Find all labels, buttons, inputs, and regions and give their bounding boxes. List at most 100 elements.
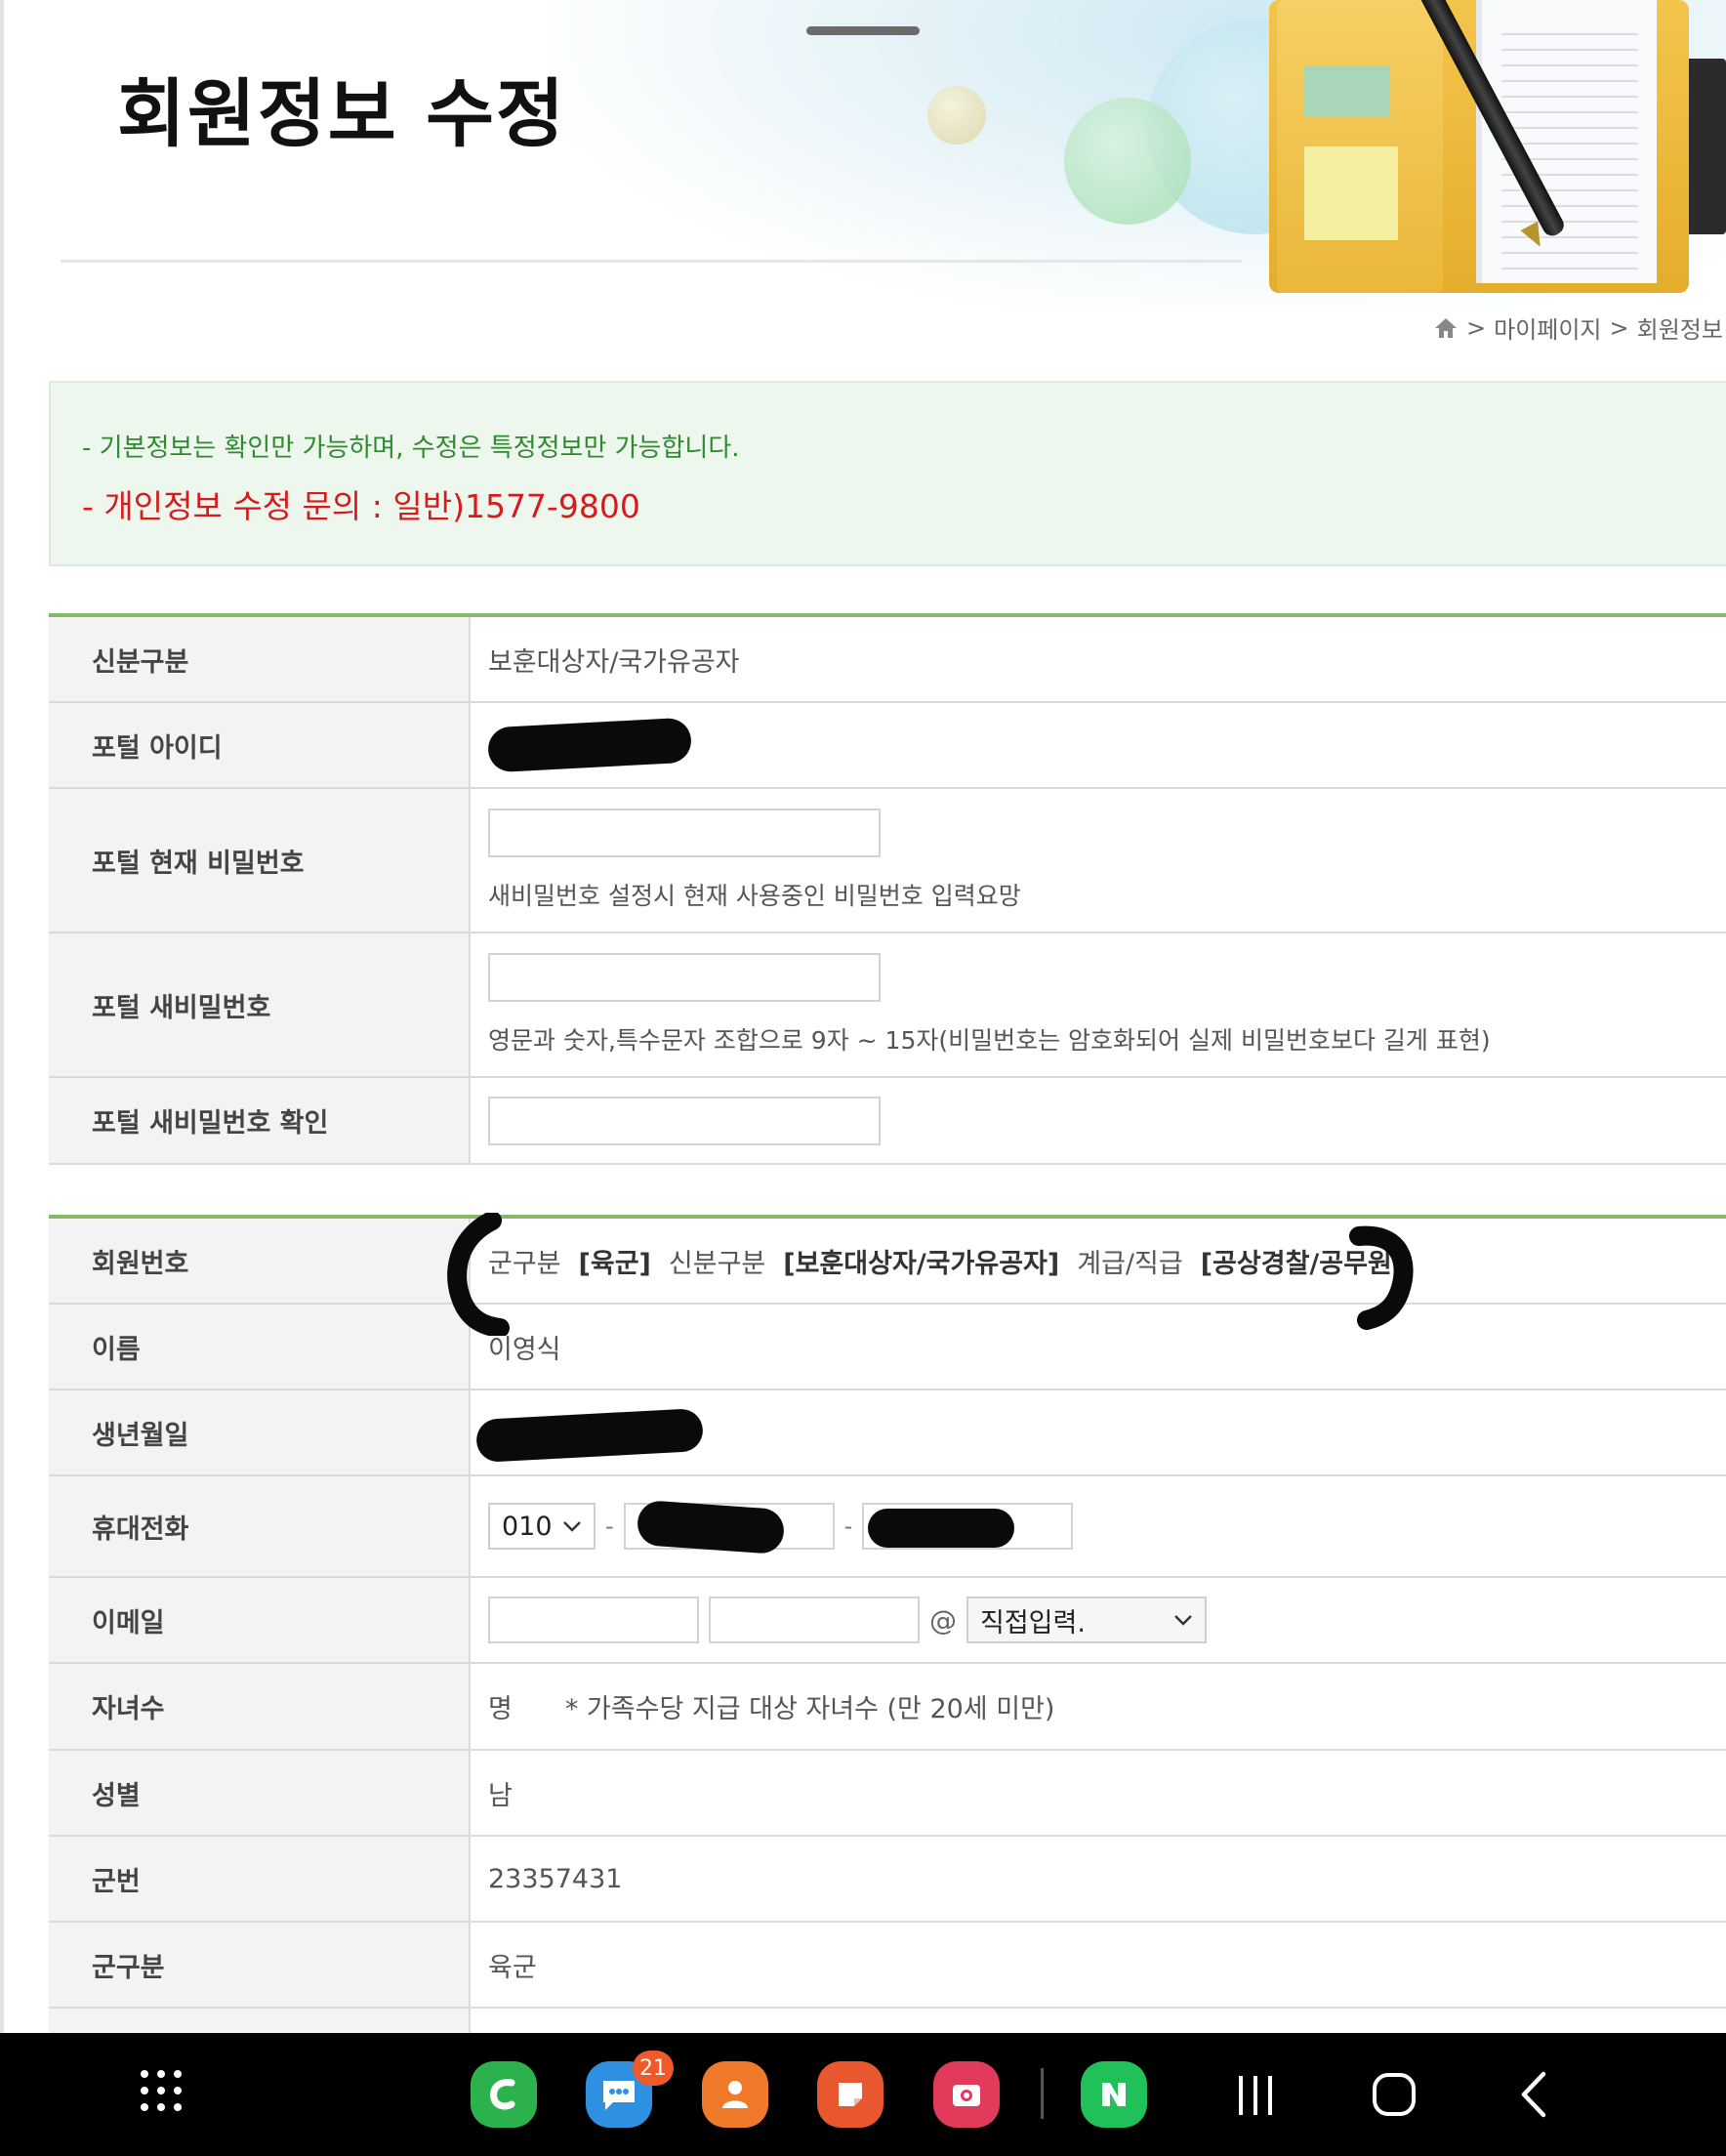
- confirm-password-cell: [471, 1078, 1726, 1163]
- phone-prefix-select[interactable]: 010: [488, 1503, 596, 1550]
- member-number-label: 회원번호: [49, 1219, 471, 1303]
- contacts-icon[interactable]: [702, 2061, 768, 2128]
- breadcrumb-separator: >: [1466, 313, 1487, 342]
- phone-prefix-value: 010: [502, 1511, 553, 1542]
- email-at: @: [929, 1603, 957, 1637]
- navbar-divider: [1041, 2068, 1044, 2119]
- email-label: 이메일: [49, 1578, 471, 1662]
- service-number-label: 군번: [49, 1837, 471, 1921]
- banner-bubble: [927, 86, 986, 145]
- redaction-scribble: [475, 1407, 704, 1464]
- new-password-input[interactable]: [488, 953, 881, 1002]
- status-label: 신분구분: [49, 617, 471, 701]
- notice-contact: - 개인정보 수정 문의 : 일반)1577-9800: [82, 487, 640, 525]
- notice-info: - 기본정보는 확인만 가능하며, 수정은 특정정보만 가능합니다.: [82, 434, 740, 463]
- table-row: 회원번호 군구분 [육군] 신분구분 [보훈대상자/국가유공자] 계급/직급 […: [49, 1213, 1726, 1336]
- phone-last-input[interactable]: [862, 1503, 1074, 1550]
- mobile-cell: 010 - -: [471, 1476, 1726, 1576]
- account-table: 신분구분 보훈대상자/국가유공자 포털 아이디 포털 현재 비밀번호 새비밀번호…: [49, 613, 1726, 1165]
- phone-middle-input[interactable]: [623, 1499, 835, 1555]
- name-label: 이름: [49, 1305, 471, 1389]
- current-password-label: 포털 현재 비밀번호: [49, 789, 471, 932]
- notes-icon[interactable]: [817, 2061, 884, 2128]
- back-icon[interactable]: [1518, 2070, 1549, 2123]
- grid-icon[interactable]: [139, 2068, 184, 2117]
- title-divider: [61, 260, 1242, 263]
- email-domain-value: 직접입력.: [980, 1607, 1086, 1638]
- branch-value-inline: [육군]: [578, 1248, 651, 1279]
- screen-recorder-icon[interactable]: [933, 2061, 1000, 2128]
- table-row: 포털 아이디: [49, 703, 1726, 789]
- email-domain-input[interactable]: [709, 1596, 920, 1643]
- email-domain-select[interactable]: 직접입력.: [966, 1596, 1207, 1643]
- member-table: 회원번호 군구분 [육군] 신분구분 [보훈대상자/국가유공자] 계급/직급 […: [49, 1213, 1726, 2033]
- member-number-value: 군구분 [육군] 신분구분 [보훈대상자/국가유공자] 계급/직급 [공상경찰/…: [447, 1213, 1726, 1336]
- next-row-label: [49, 2009, 471, 2033]
- new-password-cell: 영문과 숫자,특수문자 조합으로 9자 ~ 15자(비밀번호는 암호화되어 실제…: [471, 933, 1726, 1076]
- status-label-inline: 신분구분: [668, 1248, 766, 1279]
- confirm-password-label: 포털 새비밀번호 확인: [49, 1078, 471, 1163]
- status-value: 보훈대상자/국가유공자: [488, 646, 740, 678]
- table-row: 성별 남: [49, 1751, 1726, 1837]
- rank-label-inline: 계급/직급: [1077, 1248, 1183, 1279]
- confirm-password-input[interactable]: [488, 1096, 881, 1145]
- phone-call-icon[interactable]: [471, 2061, 537, 2128]
- branch-value: 육군: [488, 1952, 537, 1983]
- web-page: 회원정보 수정 > 마이페이지 > 회원정보 - 기본정보는 확인만 가능하며,…: [0, 0, 1726, 2033]
- home-button-icon[interactable]: [1372, 2072, 1417, 2121]
- banner-bubble: [1064, 98, 1191, 225]
- folder-front: [1277, 0, 1443, 293]
- birth-value: [471, 1390, 1726, 1474]
- status-value-inline: [보훈대상자/국가유공자]: [783, 1248, 1060, 1279]
- children-label: 자녀수: [49, 1664, 471, 1749]
- table-row: 자녀수 명 * 가족수당 지급 대상 자녀수 (만 20세 미만): [49, 1664, 1726, 1751]
- chevron-down-icon: [563, 1521, 581, 1532]
- table-row: 포털 새비밀번호 확인: [49, 1078, 1726, 1165]
- breadcrumb-current[interactable]: 회원정보: [1637, 311, 1723, 342]
- phone-separator: -: [843, 1513, 853, 1540]
- email-id-input[interactable]: [488, 1596, 699, 1643]
- breadcrumb: > 마이페이지 > 회원정보: [1433, 311, 1723, 342]
- redaction-scribble: [636, 1499, 786, 1555]
- table-row: 포털 현재 비밀번호 새비밀번호 설정시 현재 사용중인 비밀번호 입력요망: [49, 789, 1726, 933]
- children-unit: 명: [488, 1694, 513, 1724]
- table-row: 군번 23357431: [49, 1837, 1726, 1923]
- table-row: 군구분 육군: [49, 1923, 1726, 2009]
- notice-box: - 기본정보는 확인만 가능하며, 수정은 특정정보만 가능합니다. - 개인정…: [49, 381, 1726, 566]
- branch-label: 군구분: [49, 1923, 471, 2007]
- naver-icon[interactable]: [1081, 2061, 1147, 2128]
- portal-id-label: 포털 아이디: [49, 703, 471, 787]
- navigation-bar: [0, 2033, 1726, 2156]
- portal-id-value: [471, 703, 1726, 787]
- phone-separator: -: [605, 1513, 614, 1540]
- recents-icon[interactable]: [1235, 2074, 1276, 2121]
- messages-badge: 21: [633, 2051, 674, 2086]
- drag-handle[interactable]: [806, 26, 920, 35]
- current-password-cell: 새비밀번호 설정시 현재 사용중인 비밀번호 입력요망: [471, 789, 1726, 932]
- table-row: 휴대전화 010 - -: [49, 1476, 1726, 1578]
- table-row: 포털 새비밀번호 영문과 숫자,특수문자 조합으로 9자 ~ 15자(비밀번호는…: [49, 933, 1726, 1078]
- table-row: [49, 2009, 1726, 2033]
- breadcrumb-mypage[interactable]: 마이페이지: [1494, 311, 1601, 342]
- children-note: * 가족수당 지급 대상 자녀수 (만 20세 미만): [564, 1694, 1055, 1724]
- folder-illustration: [1269, 0, 1726, 312]
- table-row: 이름 이영식: [49, 1305, 1726, 1390]
- email-cell: @ 직접입력.: [471, 1578, 1726, 1662]
- sticky-note: [1304, 146, 1398, 240]
- home-icon[interactable]: [1433, 316, 1459, 340]
- new-password-hint: 영문과 숫자,특수문자 조합으로 9자 ~ 15자(비밀번호는 암호화되어 실제…: [488, 1026, 1491, 1055]
- header-banner: 회원정보 수정 > 마이페이지 > 회원정보: [0, 0, 1726, 342]
- table-row: 이메일 @ 직접입력.: [49, 1578, 1726, 1664]
- mobile-label: 휴대전화: [49, 1476, 471, 1576]
- table-row: 생년월일: [49, 1390, 1726, 1476]
- gender-value: 남: [488, 1780, 513, 1811]
- redaction-scribble: [486, 717, 693, 773]
- birth-label: 생년월일: [49, 1390, 471, 1474]
- name-value: 이영식: [488, 1334, 561, 1365]
- gender-label: 성별: [49, 1751, 471, 1835]
- service-number-value: 23357431: [488, 1863, 623, 1894]
- breadcrumb-separator: >: [1609, 313, 1629, 342]
- table-row: 신분구분 보훈대상자/국가유공자: [49, 617, 1726, 703]
- next-row-value: [471, 2009, 1726, 2033]
- current-password-input[interactable]: [488, 808, 881, 857]
